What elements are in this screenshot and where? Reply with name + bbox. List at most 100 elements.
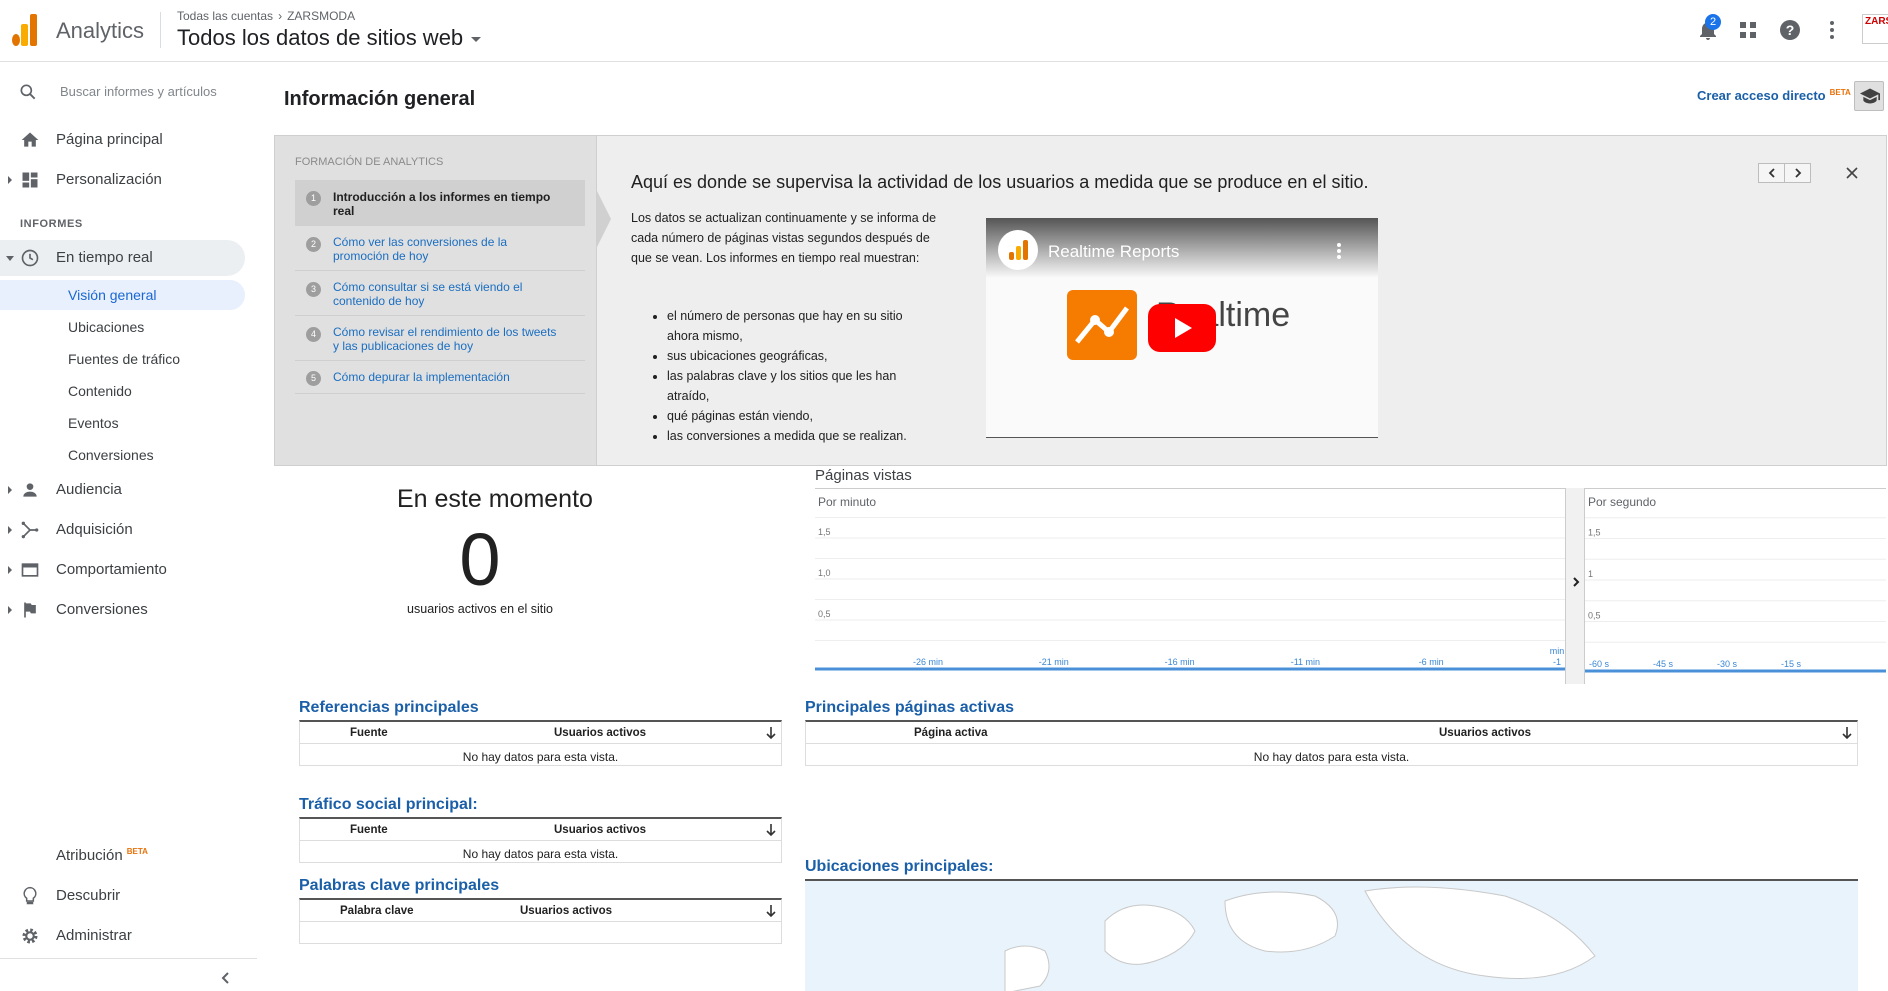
search-input[interactable]: [60, 84, 240, 99]
x-tick-label: -16 min: [1165, 657, 1195, 667]
x-tick-label: -45 s: [1653, 659, 1674, 669]
step-text: Introducción a los informes en tiempo re…: [333, 190, 551, 218]
dashboard-icon: [22, 172, 38, 188]
video-player[interactable]: Realtime Realtime Reports: [986, 218, 1378, 438]
flag-icon: [24, 602, 36, 618]
sidebar-item-label: En tiempo real: [56, 249, 153, 266]
video-header: [986, 218, 1378, 278]
chevron-right-icon: ›: [278, 9, 283, 23]
collapse-arrow-icon: [6, 256, 14, 261]
search-icon: [20, 84, 36, 100]
pageviews-title: Páginas vistas: [815, 467, 912, 484]
sidebar-item-conversions[interactable]: Conversiones: [0, 592, 245, 628]
sort-arrow-down-icon[interactable]: [765, 726, 777, 740]
sidebar-item-attribution[interactable]: Atribución BETA: [0, 838, 245, 874]
sidebar-item-label: Administrar: [56, 927, 132, 944]
main-content: Información general Crear acceso directo…: [267, 62, 1888, 991]
sidebar-subitem-locations[interactable]: Ubicaciones: [0, 312, 245, 342]
top-keywords-title[interactable]: Palabras clave principales: [299, 877, 499, 895]
sort-arrow-down-icon[interactable]: [765, 823, 777, 837]
sidebar-item-admin[interactable]: Administrar: [0, 918, 245, 954]
sidebar-item-home[interactable]: Página principal: [0, 122, 245, 158]
analytics-logo-icon[interactable]: [10, 12, 40, 46]
sidebar-item-label: Atribución BETA: [56, 847, 148, 864]
caret-down-icon: [471, 36, 482, 42]
x-unit-label: min: [1550, 646, 1565, 656]
next-button[interactable]: [1784, 163, 1811, 183]
training-step-3[interactable]: 3 Cómo consultar si se está viendo el co…: [295, 271, 585, 316]
channel-avatar[interactable]: [998, 230, 1038, 270]
x-tick-label: -26 min: [913, 657, 943, 667]
sidebar-item-discover[interactable]: Descubrir: [0, 878, 245, 914]
previous-button[interactable]: [1758, 163, 1785, 183]
training-step-1[interactable]: 1 Introducción a los informes en tiempo …: [295, 180, 585, 226]
y-tick-label: 1,5: [1588, 528, 1601, 538]
view-selector-label: Todos los datos de sitios web: [177, 25, 464, 50]
x-tick-label: -1: [1553, 657, 1561, 667]
more-vert-icon[interactable]: [1820, 18, 1844, 42]
top-locations-title[interactable]: Ubicaciones principales:: [805, 858, 994, 876]
help-icon[interactable]: ?: [1778, 18, 1802, 42]
sidebar-item-acquisition[interactable]: Adquisición: [0, 512, 245, 548]
column-header-active-page[interactable]: Página activa: [914, 727, 988, 739]
y-tick-label: 1: [1588, 569, 1593, 579]
sidebar-subitem-content[interactable]: Contenido: [0, 376, 245, 406]
training-panel: FORMACIÓN DE ANALYTICS 1 Introducción a …: [274, 135, 1887, 466]
person-icon: [23, 483, 37, 497]
chevron-right-icon: [1795, 168, 1802, 178]
column-header-source[interactable]: Fuente: [350, 824, 388, 836]
column-header-active-users[interactable]: Usuarios activos: [1439, 727, 1531, 739]
sidebar-item-label: Adquisición: [56, 521, 133, 538]
column-header-active-users[interactable]: Usuarios activos: [554, 727, 646, 739]
education-button[interactable]: [1854, 81, 1884, 111]
sidebar-item-realtime[interactable]: En tiempo real: [0, 240, 245, 276]
view-selector[interactable]: Todos los datos de sitios web: [177, 25, 482, 51]
x-tick-label: -15 s: [1781, 659, 1802, 669]
title-divider: [160, 12, 161, 48]
sidebar-subitem-traffic-sources[interactable]: Fuentes de tráfico: [0, 344, 245, 374]
sidebar-subitem-conversions[interactable]: Conversiones: [0, 440, 245, 470]
column-header-keyword[interactable]: Palabra clave: [340, 905, 414, 917]
chart-expand-button[interactable]: [1565, 488, 1585, 684]
app-name[interactable]: Analytics: [56, 18, 144, 44]
sidebar-item-behavior[interactable]: Comportamiento: [0, 552, 245, 588]
x-tick-label: -60 s: [1589, 659, 1610, 669]
search-row[interactable]: [0, 72, 257, 112]
top-social-traffic-title[interactable]: Tráfico social principal:: [299, 796, 478, 814]
avatar[interactable]: ZARS: [1862, 14, 1888, 44]
create-shortcut-label: Crear acceso directo: [1697, 88, 1826, 103]
column-header-active-users[interactable]: Usuarios activos: [520, 905, 612, 917]
locations-map[interactable]: [805, 879, 1858, 991]
step-number: 2: [306, 237, 321, 252]
sort-arrow-down-icon[interactable]: [765, 904, 777, 918]
graduation-cap-icon: [1860, 88, 1880, 104]
chevron-left-icon[interactable]: [218, 970, 234, 986]
play-button[interactable]: [1148, 304, 1216, 352]
expand-arrow-icon: [8, 486, 12, 494]
column-header-source[interactable]: Fuente: [350, 727, 388, 739]
notification-badge: 2: [1705, 14, 1721, 30]
sidebar-item-customization[interactable]: Personalización: [0, 162, 245, 198]
training-step-5[interactable]: 5 Cómo depurar la implementación: [295, 361, 585, 394]
sidebar-subitem-overview[interactable]: Visión general: [0, 280, 245, 310]
top-referrals-title[interactable]: Referencias principales: [299, 699, 479, 717]
home-icon: [21, 132, 39, 147]
training-step-2[interactable]: 2 Cómo ver las conversiones de la promoc…: [295, 226, 585, 271]
sort-arrow-down-icon[interactable]: [1841, 726, 1853, 740]
column-header-active-users[interactable]: Usuarios activos: [554, 824, 646, 836]
per-minute-chart: Por minuto 0,5 1,0 1,5 -26 min -21 min -16 mi…: [815, 488, 1565, 684]
sidebar-subitem-events[interactable]: Eventos: [0, 408, 245, 438]
create-shortcut-link[interactable]: Crear acceso directo BETA: [1697, 88, 1851, 103]
breadcrumb-account[interactable]: ZARSMODA: [287, 9, 355, 23]
training-bullet: las palabras clave y los sitios que les …: [667, 366, 937, 406]
close-icon[interactable]: [1845, 166, 1859, 180]
top-active-pages-title[interactable]: Principales páginas activas: [805, 699, 1014, 717]
breadcrumb-all-accounts[interactable]: Todas las cuentas: [177, 9, 273, 23]
apps-grid-icon[interactable]: [1736, 18, 1760, 42]
breadcrumb[interactable]: Todas las cuentas › ZARSMODA: [177, 9, 355, 23]
training-step-4[interactable]: 4 Cómo revisar el rendimiento de los twe…: [295, 316, 585, 361]
sidebar-item-audience[interactable]: Audiencia: [0, 472, 245, 508]
step-text: Cómo consultar si se está viendo el cont…: [333, 280, 523, 308]
empty-message: No hay datos para esta vista.: [462, 750, 619, 764]
more-vert-icon[interactable]: [1336, 242, 1342, 260]
